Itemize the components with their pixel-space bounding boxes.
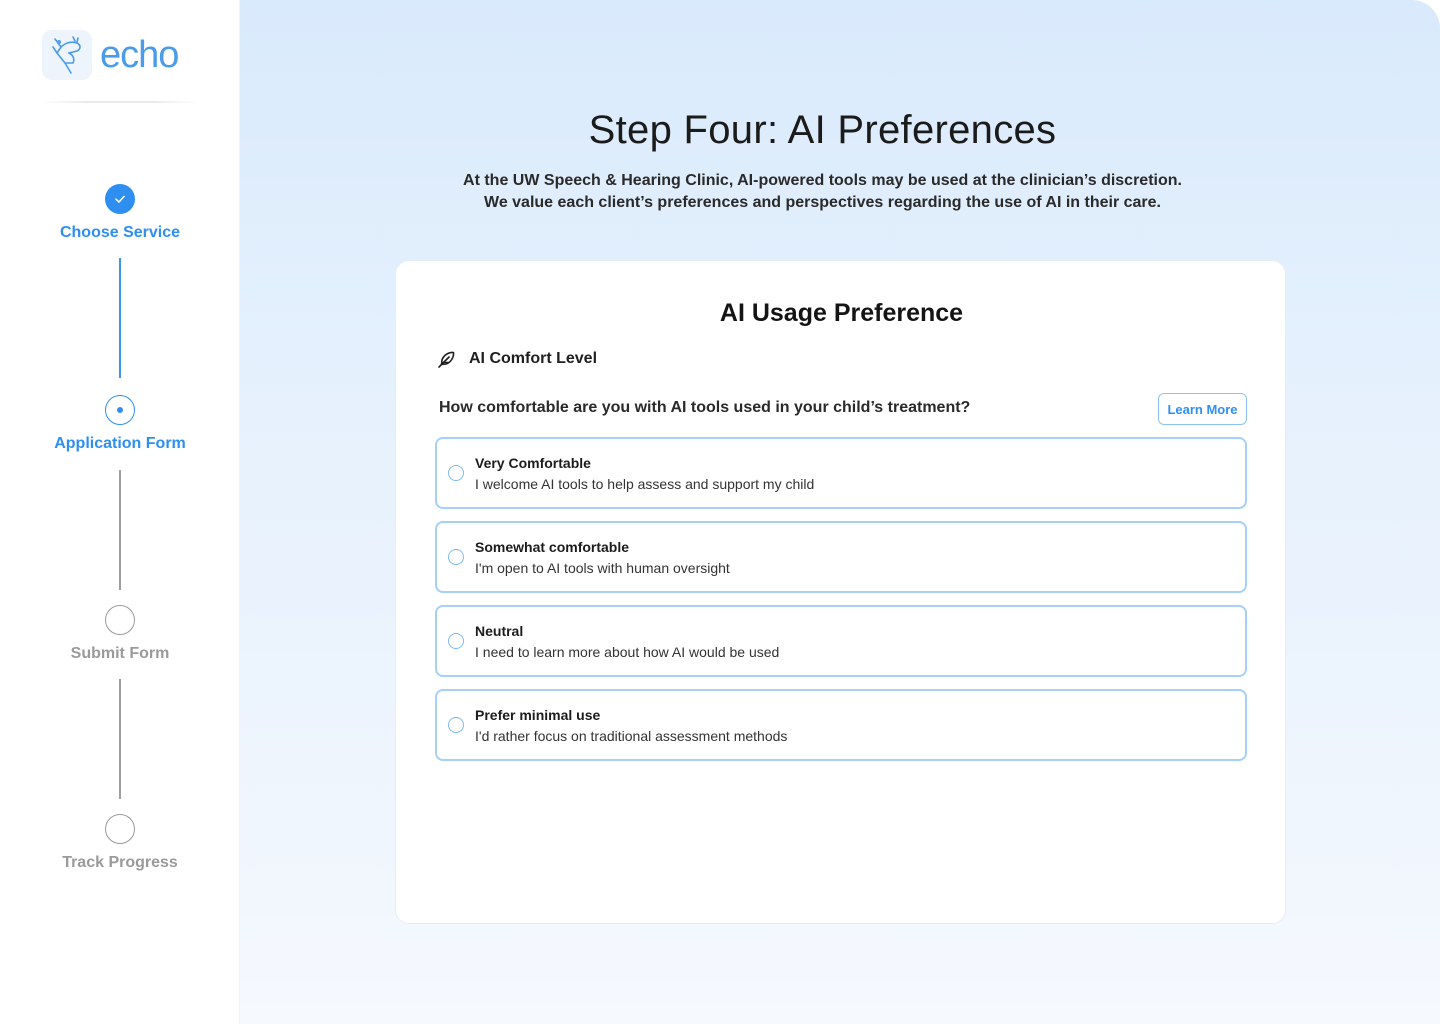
option-description: I need to learn more about how AI would …	[475, 644, 780, 660]
feather-icon	[438, 351, 455, 368]
question-text: How comfortable are you with AI tools us…	[439, 399, 971, 416]
option-prefer-minimal-use[interactable]: Prefer minimal use I'd rather focus on t…	[435, 689, 1247, 761]
step-pending-icon	[105, 605, 135, 635]
card-title: AI Usage Preference	[719, 299, 964, 327]
subtitle-line: At the UW Speech & Hearing Clinic, AI-po…	[463, 172, 1182, 189]
step-submit-form[interactable]: Submit Form	[0, 605, 240, 663]
page-subtitle: At the UW Speech & Hearing Clinic, AI-po…	[240, 170, 1405, 214]
option-title: Prefer minimal use	[475, 707, 601, 723]
ai-preference-card: AI Usage Preference AI Comfort Level How…	[395, 260, 1286, 924]
page-title: Step Four: AI Preferences	[588, 108, 1057, 152]
step-label: Submit Form	[70, 645, 170, 662]
hand-logo-icon	[42, 30, 92, 80]
step-current-icon	[105, 395, 135, 425]
section-label: AI Comfort Level	[469, 350, 598, 367]
step-label: Application Form	[54, 435, 186, 452]
option-neutral[interactable]: Neutral I need to learn more about how A…	[435, 605, 1247, 677]
option-description: I'm open to AI tools with human oversigh…	[475, 560, 730, 576]
step-label: Choose Service	[59, 224, 181, 241]
option-title: Neutral	[475, 623, 524, 639]
radio-button[interactable]	[448, 549, 464, 565]
learn-more-button[interactable]: Learn More	[1158, 393, 1247, 425]
logo-divider	[40, 101, 200, 103]
main-content: Step Four: AI Preferences At the UW Spee…	[240, 0, 1440, 1024]
brand-name: echo	[100, 34, 179, 76]
section-header: AI Comfort Level	[437, 349, 597, 369]
step-pending-icon	[105, 814, 135, 844]
option-somewhat-comfortable[interactable]: Somewhat comfortable I'm open to AI tool…	[435, 521, 1247, 593]
step-complete-icon	[105, 184, 135, 214]
step-connector	[119, 258, 121, 378]
option-title: Somewhat comfortable	[475, 539, 630, 555]
option-description: I welcome AI tools to help assess and su…	[475, 476, 815, 492]
radio-button[interactable]	[448, 465, 464, 481]
check-icon	[115, 195, 125, 203]
radio-button[interactable]	[448, 717, 464, 733]
step-track-progress[interactable]: Track Progress	[0, 814, 240, 872]
option-description: I'd rather focus on traditional assessme…	[475, 728, 788, 744]
step-connector	[119, 679, 121, 799]
option-title: Very Comfortable	[475, 455, 591, 471]
step-application-form[interactable]: Application Form	[0, 395, 240, 453]
option-very-comfortable[interactable]: Very Comfortable I welcome AI tools to h…	[435, 437, 1247, 509]
brand-logo[interactable]: echo	[42, 30, 179, 80]
step-choose-service[interactable]: Choose Service	[0, 184, 240, 242]
step-label: Track Progress	[62, 854, 178, 871]
radio-button[interactable]	[448, 633, 464, 649]
sidebar: echo Choose Service Application Form Sub…	[0, 0, 240, 1024]
subtitle-line: We value each client’s preferences and p…	[484, 194, 1161, 211]
step-connector	[119, 470, 121, 590]
app-window: echo Choose Service Application Form Sub…	[0, 0, 1440, 1024]
